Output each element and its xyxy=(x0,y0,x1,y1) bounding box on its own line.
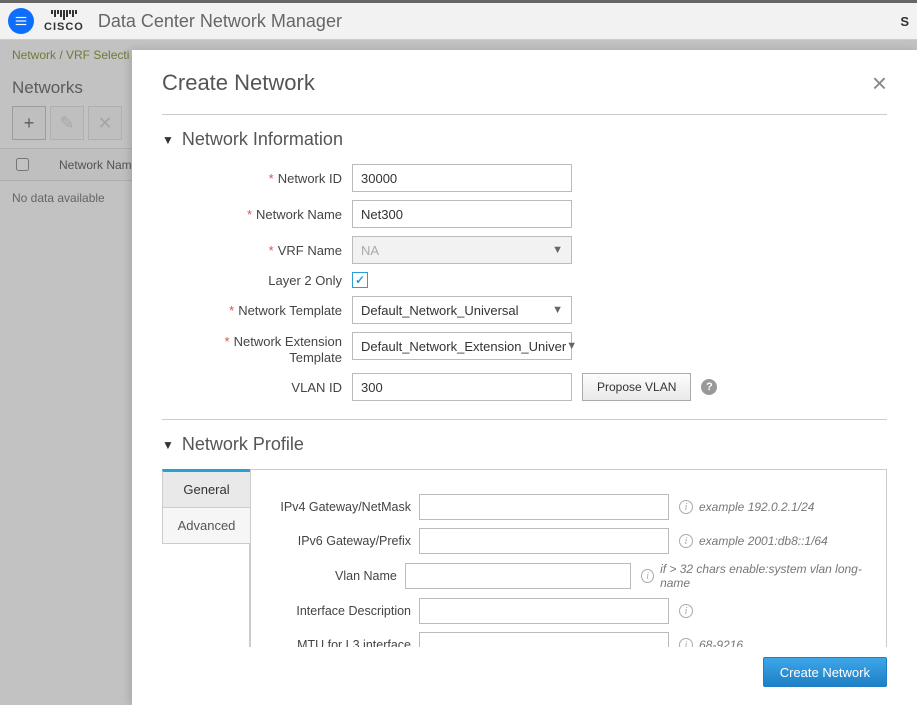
chevron-down-icon: ▼ xyxy=(552,244,563,256)
help-icon[interactable]: ? xyxy=(701,379,717,395)
chevron-down-icon: ▼ xyxy=(552,304,563,316)
interface-description-input[interactable] xyxy=(419,598,669,624)
vlan-id-input[interactable] xyxy=(352,373,572,401)
hamburger-menu-button[interactable] xyxy=(8,8,34,34)
network-id-input[interactable] xyxy=(352,164,572,192)
label-ipv6-gateway: IPv6 Gateway/Prefix xyxy=(269,534,419,548)
hint-ipv6-gateway: example 2001:db8::1/64 xyxy=(699,534,828,548)
hint-mtu: 68-9216 xyxy=(699,638,743,647)
section-network-profile-toggle[interactable]: ▼ Network Profile xyxy=(162,434,887,455)
tab-general[interactable]: General xyxy=(162,469,250,508)
modal-footer: Create Network xyxy=(132,647,917,705)
info-icon: i xyxy=(679,500,693,514)
label-vrf-name: VRF Name xyxy=(278,243,342,258)
chevron-down-icon: ▼ xyxy=(162,438,174,452)
network-name-input[interactable] xyxy=(352,200,572,228)
info-icon: i xyxy=(679,604,693,618)
label-interface-description: Interface Description xyxy=(269,604,419,618)
network-template-select[interactable]: Default_Network_Universal ▼ xyxy=(352,296,572,324)
vrf-name-select: NA ▼ xyxy=(352,236,572,264)
cisco-logo: CISCO xyxy=(44,10,84,33)
modal-close-button[interactable]: × xyxy=(872,70,887,96)
label-network-id: Network ID xyxy=(278,171,342,186)
cisco-text: CISCO xyxy=(44,22,84,33)
chevron-down-icon: ▼ xyxy=(566,340,577,352)
cisco-bars-icon xyxy=(51,10,77,20)
section-title: Network Information xyxy=(182,129,343,150)
label-network-ext-template-l2: Template xyxy=(289,350,342,365)
close-icon: × xyxy=(872,68,887,98)
chevron-down-icon: ▼ xyxy=(162,133,174,147)
vlan-name-input[interactable] xyxy=(405,563,631,589)
app-title: Data Center Network Manager xyxy=(98,11,342,32)
label-layer2-only: Layer 2 Only xyxy=(268,273,342,288)
label-vlan-id: VLAN ID xyxy=(291,380,342,395)
label-network-name: Network Name xyxy=(256,207,342,222)
create-network-modal: Create Network × ▼ Network Information *… xyxy=(132,50,917,705)
propose-vlan-button[interactable]: Propose VLAN xyxy=(582,373,691,401)
layer2-only-checkbox[interactable]: ✓ xyxy=(352,272,368,288)
label-mtu: MTU for L3 interface xyxy=(269,638,419,647)
ipv6-gateway-input[interactable] xyxy=(419,528,669,554)
divider xyxy=(162,114,887,115)
hint-ipv4-gateway: example 192.0.2.1/24 xyxy=(699,500,814,514)
create-network-submit-button[interactable]: Create Network xyxy=(763,657,887,687)
divider xyxy=(162,419,887,420)
info-icon: i xyxy=(679,638,693,647)
profile-general-panel: IPv4 Gateway/NetMask i example 192.0.2.1/… xyxy=(250,469,887,647)
info-icon: i xyxy=(641,569,654,583)
modal-title: Create Network xyxy=(162,70,872,96)
vrf-name-value: NA xyxy=(361,243,379,258)
hamburger-icon xyxy=(14,14,28,28)
network-template-value: Default_Network_Universal xyxy=(361,303,519,318)
network-extension-template-value: Default_Network_Extension_Univer xyxy=(361,339,566,354)
topbar-right-text: S xyxy=(900,14,909,29)
label-network-ext-template-l1: Network Extension xyxy=(234,334,342,349)
checkmark-icon: ✓ xyxy=(355,273,365,287)
label-vlan-name: Vlan Name xyxy=(269,569,405,583)
section-title: Network Profile xyxy=(182,434,304,455)
label-ipv4-gateway: IPv4 Gateway/NetMask xyxy=(269,500,419,514)
network-extension-template-select[interactable]: Default_Network_Extension_Univer ▼ xyxy=(352,332,572,360)
info-icon: i xyxy=(679,534,693,548)
top-bar: CISCO Data Center Network Manager S xyxy=(0,0,917,40)
mtu-input[interactable] xyxy=(419,632,669,647)
hint-vlan-name: if > 32 chars enable:system vlan long-na… xyxy=(660,562,868,590)
section-network-information-toggle[interactable]: ▼ Network Information xyxy=(162,129,887,150)
tab-advanced[interactable]: Advanced xyxy=(162,508,250,544)
label-network-template: Network Template xyxy=(238,303,342,318)
tab-filler xyxy=(162,544,250,647)
ipv4-gateway-input[interactable] xyxy=(419,494,669,520)
